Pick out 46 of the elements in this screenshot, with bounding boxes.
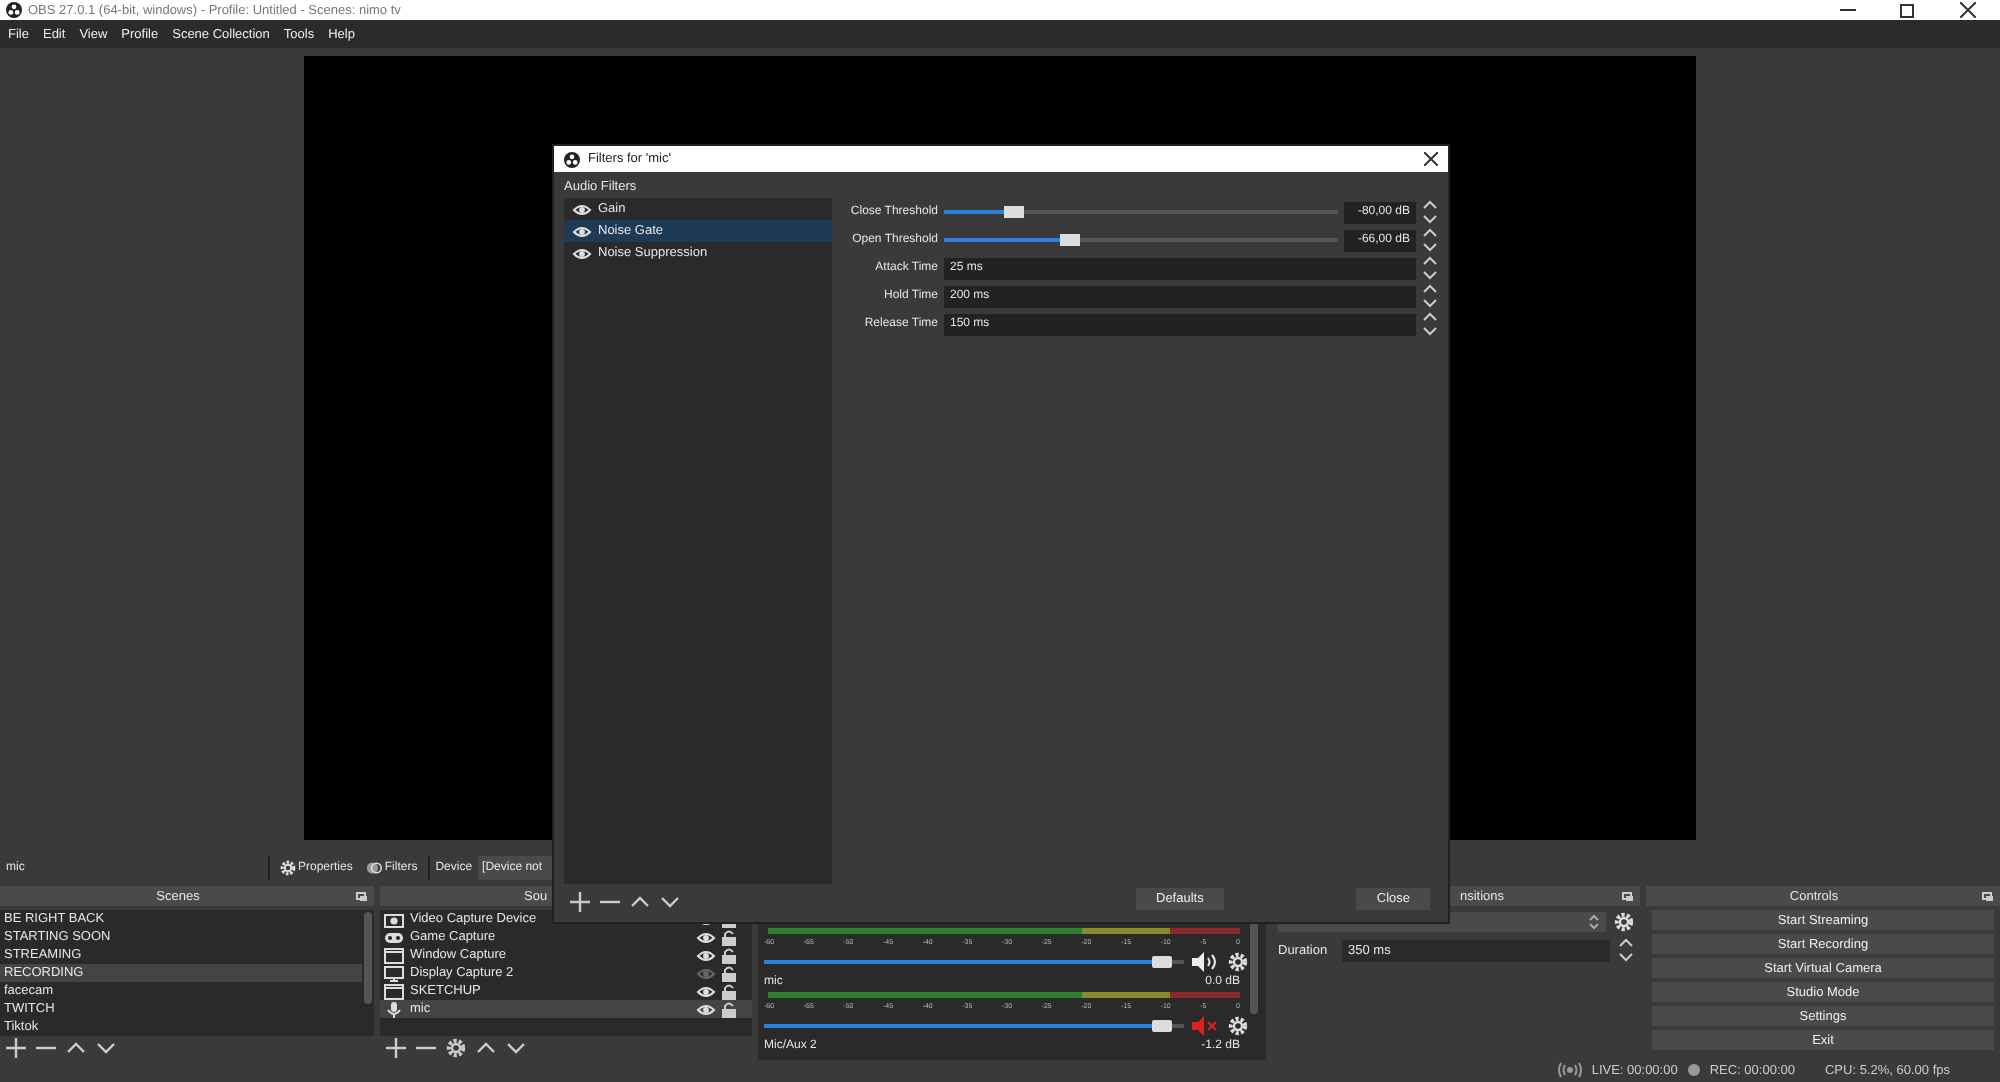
add-icon[interactable] — [386, 1038, 406, 1058]
close-icon[interactable] — [1424, 152, 1438, 166]
undock-icon[interactable] — [356, 891, 368, 901]
spin-arrows-icon[interactable] — [1588, 912, 1600, 932]
add-icon[interactable] — [6, 1038, 26, 1058]
lock-icon[interactable] — [722, 983, 736, 999]
monitor-icon — [384, 965, 404, 981]
broadcast-icon — [1557, 1062, 1582, 1078]
lock-icon[interactable] — [722, 929, 736, 945]
logo-icon — [564, 151, 580, 167]
gear-icon — [280, 860, 296, 876]
spin-arrows-icon[interactable] — [1422, 200, 1438, 224]
close-icon[interactable] — [1960, 2, 1976, 18]
move-up-icon[interactable] — [476, 1038, 496, 1058]
move-up-icon[interactable] — [66, 1038, 86, 1058]
spin-arrows-icon[interactable] — [1422, 312, 1438, 336]
spin-arrows-icon[interactable] — [1422, 256, 1438, 280]
move-down-icon[interactable] — [660, 892, 680, 912]
settings-icon[interactable] — [1614, 912, 1634, 932]
spin-arrows-icon[interactable] — [1422, 284, 1438, 308]
volume-handle[interactable] — [1151, 1019, 1171, 1031]
window-icon — [384, 947, 404, 963]
maximize-icon[interactable] — [1900, 2, 1916, 18]
settings-icon[interactable] — [446, 1038, 466, 1058]
spin-arrows-icon[interactable] — [1618, 938, 1634, 962]
move-down-icon[interactable] — [506, 1038, 526, 1058]
microphone-icon — [384, 1001, 404, 1017]
camera-icon — [384, 911, 404, 927]
speaker-icon[interactable] — [1192, 951, 1220, 971]
window-icon — [384, 983, 404, 999]
slider-handle[interactable] — [1004, 206, 1025, 218]
lock-icon[interactable] — [722, 1001, 736, 1017]
lock-icon[interactable] — [722, 947, 736, 963]
slider-handle[interactable] — [1060, 234, 1081, 246]
undock-icon[interactable] — [1622, 891, 1634, 901]
move-up-icon[interactable] — [630, 892, 650, 912]
volume-handle[interactable] — [1151, 955, 1171, 967]
lock-icon[interactable] — [722, 965, 736, 981]
record-dot-icon — [1687, 1064, 1700, 1076]
add-icon[interactable] — [570, 892, 590, 912]
move-down-icon[interactable] — [96, 1038, 116, 1058]
undock-icon[interactable] — [1982, 891, 1994, 901]
spin-arrows-icon[interactable] — [1422, 228, 1438, 252]
filter-icon — [366, 860, 383, 876]
settings-icon[interactable] — [1228, 951, 1248, 971]
settings-icon[interactable] — [1228, 1015, 1248, 1035]
